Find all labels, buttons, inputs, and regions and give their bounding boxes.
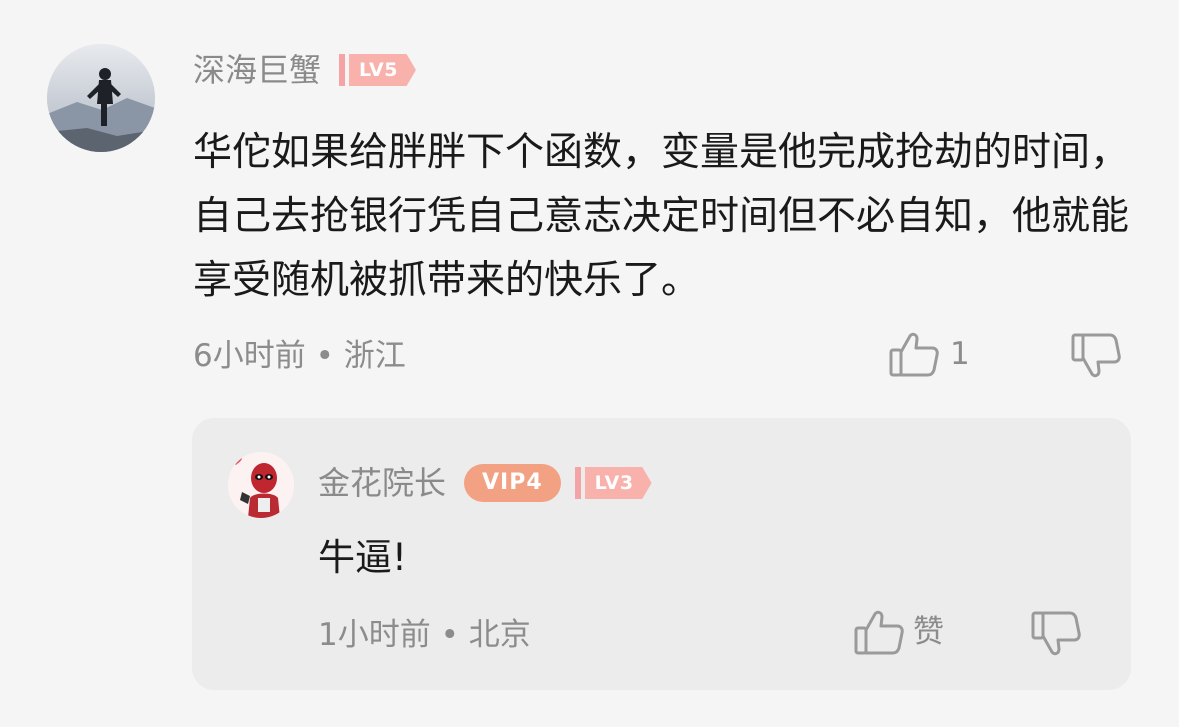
thumbs-down-icon: [1030, 610, 1082, 658]
vip-badge: VIP4: [464, 464, 561, 502]
reply-like-button[interactable]: 赞: [853, 608, 944, 656]
level-badge: LV5: [339, 54, 416, 86]
user-avatar[interactable]: [47, 44, 155, 152]
thumbs-up-icon: [888, 330, 940, 378]
reply-meta: 1小时前 • 北京: [318, 617, 531, 653]
username[interactable]: 深海巨蟹: [193, 50, 321, 90]
dislike-button[interactable]: [1070, 332, 1122, 380]
reply-dislike-button[interactable]: [1030, 610, 1082, 658]
like-button[interactable]: 1: [888, 330, 970, 378]
level-badge: LV3: [574, 467, 652, 499]
deadpool-avatar[interactable]: [228, 452, 294, 518]
comment-text: 华佗如果给胖胖下个函数，变量是他完成抢劫的时间，自己去抢银行凭自己意志决定时间但…: [193, 130, 1130, 303]
like-label: 赞: [913, 614, 944, 650]
like-count: 1: [950, 336, 970, 372]
reply-text: 牛逼!: [318, 536, 407, 579]
thumbs-down-icon: [1070, 332, 1122, 380]
reply-username[interactable]: 金花院长: [318, 463, 446, 503]
thumbs-up-icon: [853, 608, 905, 656]
comment-meta: 6小时前 • 浙江: [193, 338, 406, 374]
